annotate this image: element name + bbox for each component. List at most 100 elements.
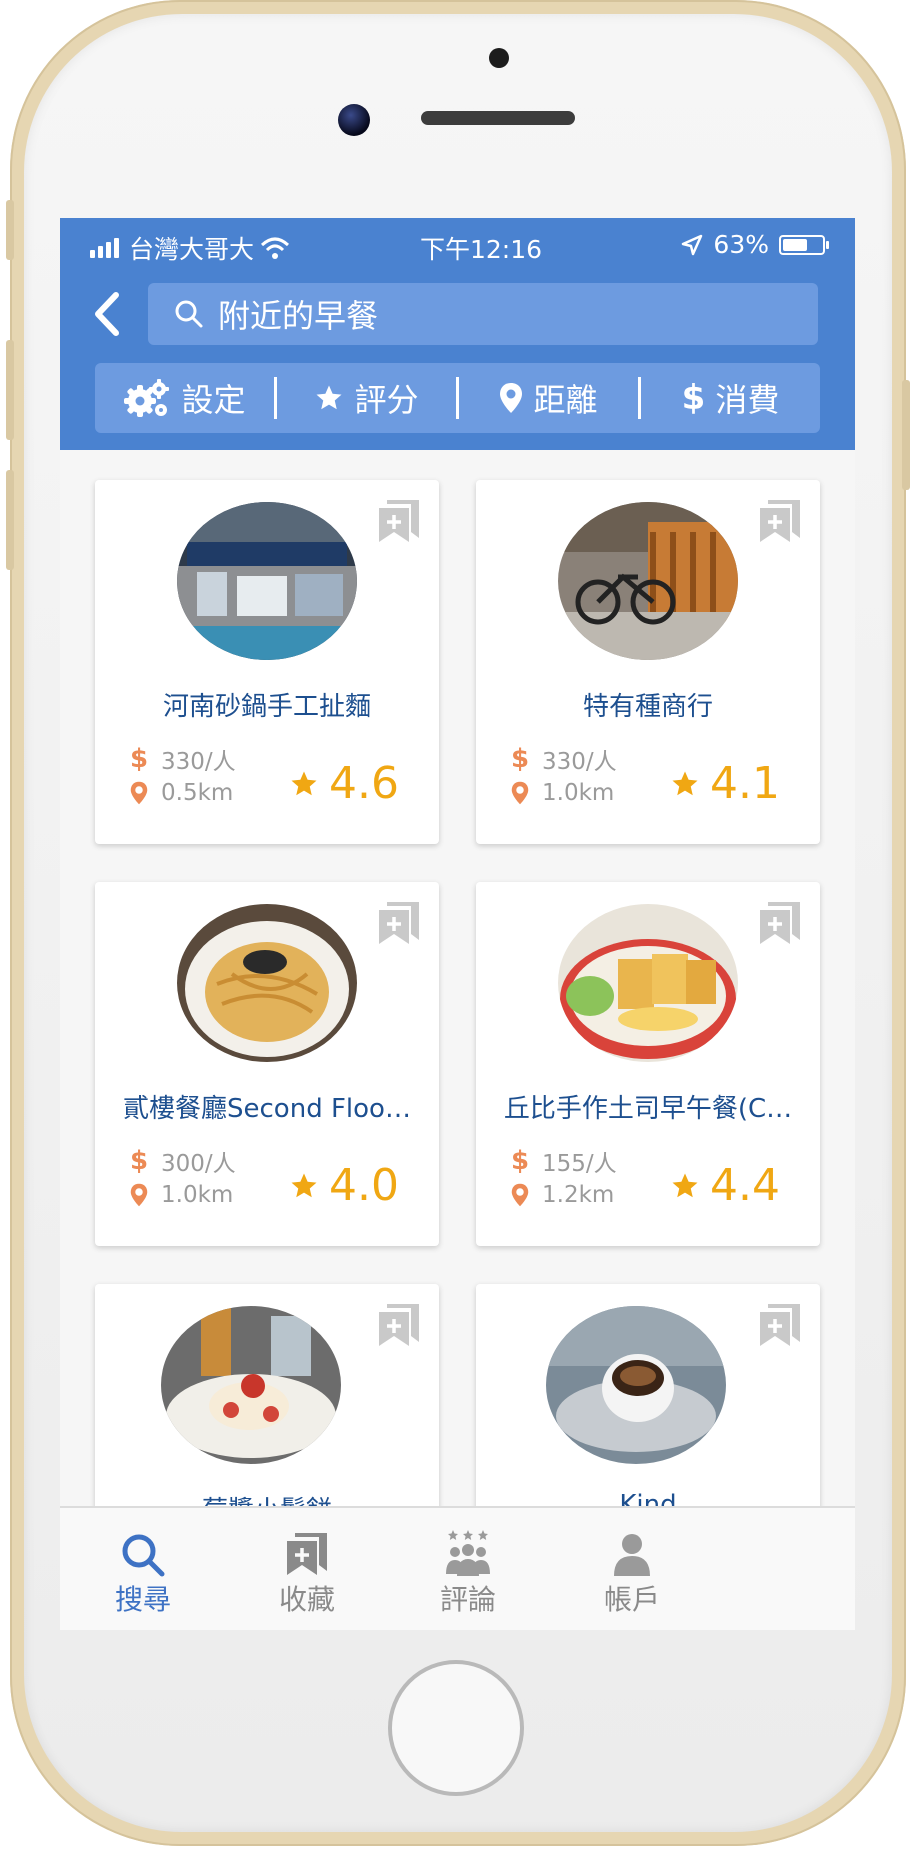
tab-favorites[interactable]: 收藏 — [247, 1524, 367, 1618]
restaurant-name: 特有種商行 — [582, 692, 713, 722]
battery-percent: 63% — [713, 230, 769, 259]
reviews-icon — [408, 1524, 528, 1578]
tab-reviews[interactable]: 評論 — [408, 1524, 528, 1618]
restaurant-rating: 4.1 — [670, 758, 780, 809]
restaurant-card[interactable]: 特有種商行 $ 330/人 1.0km 4.1 — [476, 480, 820, 844]
filter-label: 距離 — [533, 381, 598, 419]
tab-label: 搜尋 — [114, 1583, 171, 1616]
search-icon — [83, 1524, 203, 1578]
rating-star-icon — [291, 1173, 317, 1197]
bookmark-add-icon[interactable] — [758, 1302, 802, 1348]
volume-down-button — [6, 470, 14, 570]
bookmark-add-icon[interactable] — [377, 1302, 421, 1348]
bookmark-add-icon[interactable] — [758, 498, 802, 544]
signal-icon — [90, 238, 119, 258]
bookmark-icon — [247, 1524, 367, 1578]
filter-label: 消費 — [715, 381, 780, 419]
location-arrow-icon — [682, 234, 703, 255]
carrier-group: 台灣大哥大 — [90, 230, 290, 266]
dollar-icon: $ — [681, 378, 706, 418]
mute-switch — [6, 200, 14, 260]
restaurant-photo — [558, 502, 738, 660]
status-right-group: 63% — [681, 230, 829, 259]
back-chevron-icon[interactable] — [84, 287, 134, 341]
dollar-icon: $ — [510, 1146, 530, 1176]
dollar-icon: $ — [129, 1146, 149, 1176]
search-query: 附近的早餐 — [218, 297, 379, 335]
distance-text: 1.0km — [161, 1182, 234, 1208]
gear-icon — [123, 377, 171, 419]
app-screen: 台灣大哥大 下午12:16 63% 附近的早餐 設定 評分 距離 $ 消費 河南… — [60, 218, 855, 1630]
rating-value: 4.6 — [329, 758, 399, 809]
home-button[interactable] — [388, 1660, 524, 1796]
restaurant-card[interactable]: 河南砂鍋手工扯麵 $ 330/人 0.5km 4.6 — [95, 480, 439, 844]
restaurant-name: 丘比手作土司早午餐(C… — [503, 1094, 793, 1124]
restaurant-rating: 4.4 — [670, 1160, 780, 1211]
tab-label: 收藏 — [278, 1583, 335, 1616]
rating-value: 4.1 — [710, 758, 780, 809]
restaurant-distance: 1.0km — [129, 1182, 233, 1208]
front-camera — [338, 104, 370, 136]
dollar-icon: $ — [510, 744, 530, 774]
filter-label: 設定 — [181, 381, 246, 419]
bottom-tab-bar: 搜尋 收藏 評論 帳戶 — [60, 1506, 855, 1630]
star-icon — [314, 383, 344, 413]
restaurant-price: $ 330/人 — [510, 742, 617, 776]
rating-value: 4.0 — [329, 1160, 399, 1211]
price-text: 330/人 — [542, 749, 617, 775]
restaurant-distance: 0.5km — [129, 780, 233, 806]
restaurant-price: $ 300/人 — [129, 1144, 236, 1178]
account-icon — [572, 1524, 692, 1578]
distance-text: 1.2km — [542, 1182, 615, 1208]
bookmark-add-icon[interactable] — [377, 498, 421, 544]
filter-rating[interactable]: 評分 — [277, 363, 456, 433]
restaurant-photo — [161, 1306, 341, 1464]
restaurant-distance: 1.0km — [510, 780, 614, 806]
filter-settings[interactable]: 設定 — [95, 363, 274, 433]
location-pin-icon — [510, 1183, 530, 1207]
status-bar: 台灣大哥大 下午12:16 63% — [60, 218, 855, 268]
price-text: 300/人 — [161, 1151, 236, 1177]
restaurant-rating: 4.6 — [289, 758, 399, 809]
restaurant-card[interactable]: 貳樓餐廳Second Floo… $ 300/人 1.0km 4.0 — [95, 882, 439, 1246]
search-row: 附近的早餐 — [60, 283, 855, 345]
clock: 下午12:16 — [420, 235, 543, 264]
tab-label: 帳戶 — [603, 1583, 660, 1616]
rating-value: 4.4 — [710, 1160, 780, 1211]
top-bar: 台灣大哥大 下午12:16 63% 附近的早餐 設定 評分 距離 $ 消費 — [60, 218, 855, 450]
power-button — [902, 380, 910, 490]
filter-label: 評分 — [354, 381, 419, 419]
battery-icon — [779, 234, 829, 255]
distance-text: 1.0km — [542, 780, 615, 806]
price-text: 155/人 — [542, 1151, 617, 1177]
restaurant-photo — [177, 904, 357, 1062]
location-pin-icon — [129, 781, 149, 805]
tab-label: 評論 — [439, 1583, 496, 1616]
filter-bar: 設定 評分 距離 $ 消費 — [95, 363, 820, 433]
restaurant-distance: 1.2km — [510, 1182, 614, 1208]
rating-star-icon — [672, 1173, 698, 1197]
proximity-sensor — [489, 48, 509, 68]
location-pin-icon — [510, 781, 530, 805]
earpiece-speaker — [421, 111, 575, 125]
distance-text: 0.5km — [161, 780, 234, 806]
search-icon — [174, 299, 204, 329]
bookmark-add-icon[interactable] — [377, 900, 421, 946]
restaurant-price: $ 155/人 — [510, 1144, 617, 1178]
bookmark-add-icon[interactable] — [758, 900, 802, 946]
rating-star-icon — [672, 771, 698, 795]
tab-search[interactable]: 搜尋 — [83, 1524, 203, 1618]
filter-distance[interactable]: 距離 — [459, 363, 638, 433]
volume-up-button — [6, 340, 14, 440]
restaurant-name: 河南砂鍋手工扯麵 — [162, 692, 371, 722]
search-input[interactable]: 附近的早餐 — [148, 283, 818, 345]
restaurant-card[interactable]: 丘比手作土司早午餐(C… $ 155/人 1.2km 4.4 — [476, 882, 820, 1246]
tab-account[interactable]: 帳戶 — [572, 1524, 692, 1618]
carrier-name: 台灣大哥大 — [129, 235, 255, 264]
restaurant-photo — [558, 904, 738, 1062]
location-pin-icon — [129, 1183, 149, 1207]
filter-price[interactable]: $ 消費 — [641, 363, 820, 433]
wifi-icon — [260, 237, 290, 259]
restaurant-photo — [177, 502, 357, 660]
restaurant-photo — [546, 1306, 726, 1464]
